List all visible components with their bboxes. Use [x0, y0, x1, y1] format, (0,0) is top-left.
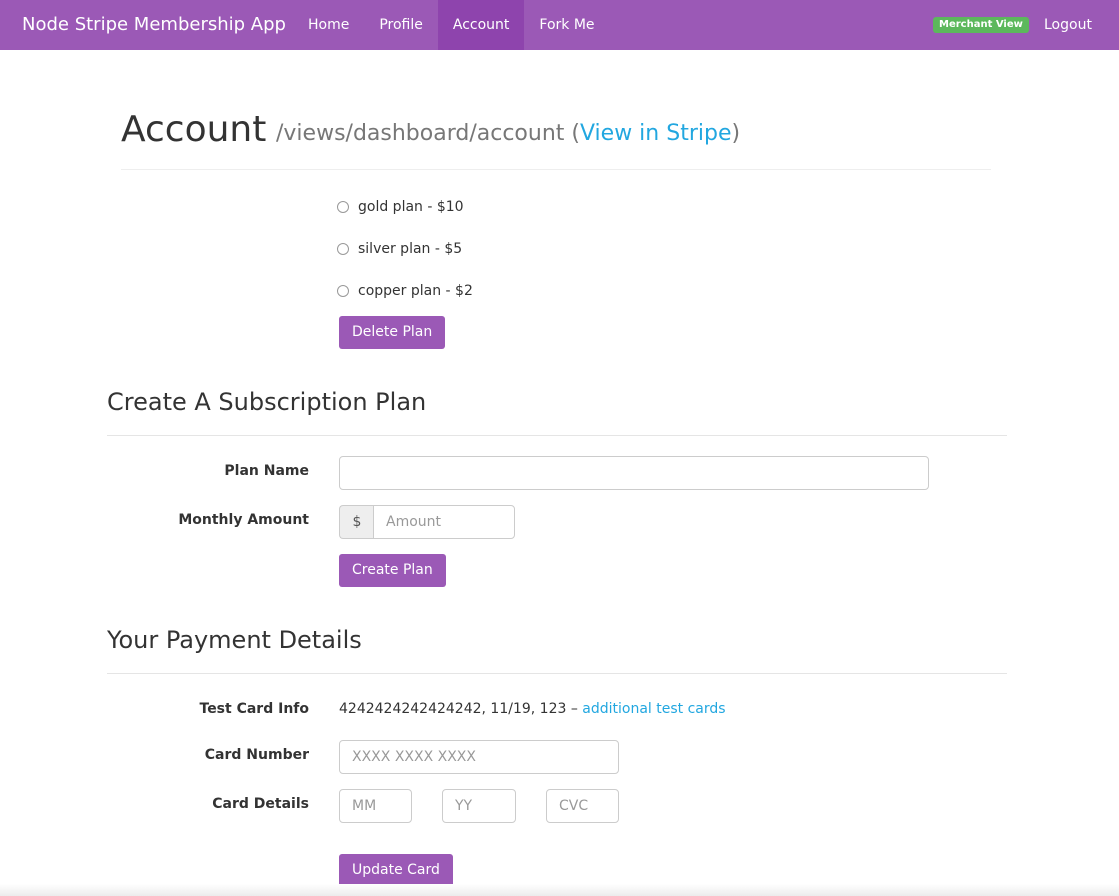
radio-button[interactable] — [337, 201, 349, 213]
expiry-year-input[interactable]: YY — [442, 789, 516, 823]
cvc-input[interactable]: CVC — [546, 789, 619, 823]
plan-option-copper[interactable]: copper plan - $2 — [337, 281, 473, 301]
nav-home[interactable]: Home — [293, 0, 364, 50]
plan-option-silver[interactable]: silver plan - $5 — [337, 239, 462, 259]
plan-name-label: Plan Name — [224, 463, 309, 479]
section-divider — [107, 435, 1007, 436]
radio-button[interactable] — [337, 243, 349, 255]
merchant-view-badge: Merchant View — [933, 17, 1029, 33]
view-in-stripe-link[interactable]: View in Stripe — [580, 121, 732, 146]
view-path: /views/dashboard/account — [276, 121, 565, 146]
currency-addon: $ — [339, 505, 374, 539]
window-bottom-edge — [0, 884, 1119, 896]
brand[interactable]: Node Stripe Membership App — [22, 0, 286, 50]
plan-option-gold[interactable]: gold plan - $10 — [337, 197, 464, 217]
close-paren: ) — [731, 121, 741, 146]
update-card-button[interactable]: Update Card — [339, 854, 453, 887]
additional-test-cards-link[interactable]: additional test cards — [582, 701, 725, 717]
test-card-text: 4242424242424242, 11/19, 123 – — [339, 701, 583, 717]
page-subtitle: /views/dashboard/account (View in Stripe… — [276, 121, 740, 146]
section-divider — [107, 673, 1007, 674]
payment-details-heading: Your Payment Details — [107, 626, 362, 654]
nav-account[interactable]: Account — [437, 0, 525, 50]
open-paren: ( — [571, 121, 580, 146]
page-header: Account /views/dashboard/account (View i… — [121, 105, 991, 170]
card-number-label: Card Number — [204, 747, 309, 763]
nav-links: Home Profile Account Fork Me — [293, 0, 610, 50]
card-number-input[interactable]: XXXX XXXX XXXX — [339, 740, 619, 774]
plan-name-input[interactable] — [339, 456, 929, 490]
amount-input[interactable]: Amount — [373, 505, 515, 539]
page-title: Account — [121, 109, 267, 150]
test-card-label: Test Card Info — [199, 701, 310, 717]
test-card-info: 4242424242424242, 11/19, 123 – additiona… — [339, 701, 726, 717]
expiry-month-input[interactable]: MM — [339, 789, 412, 823]
nav-profile[interactable]: Profile — [364, 0, 438, 50]
radio-button[interactable] — [337, 285, 349, 297]
navbar: Node Stripe Membership App Home Profile … — [0, 0, 1119, 50]
plan-option-label: copper plan - $2 — [358, 283, 473, 299]
monthly-amount-label: Monthly Amount — [178, 512, 309, 528]
create-plan-button[interactable]: Create Plan — [339, 554, 446, 587]
card-details-label: Card Details — [212, 796, 309, 812]
plan-option-label: silver plan - $5 — [358, 241, 463, 257]
logout-link[interactable]: Logout — [1030, 0, 1106, 50]
create-plan-heading: Create A Subscription Plan — [107, 388, 427, 416]
nav-fork-me[interactable]: Fork Me — [524, 0, 609, 50]
delete-plan-button[interactable]: Delete Plan — [339, 316, 446, 349]
plan-option-label: gold plan - $10 — [358, 199, 464, 215]
